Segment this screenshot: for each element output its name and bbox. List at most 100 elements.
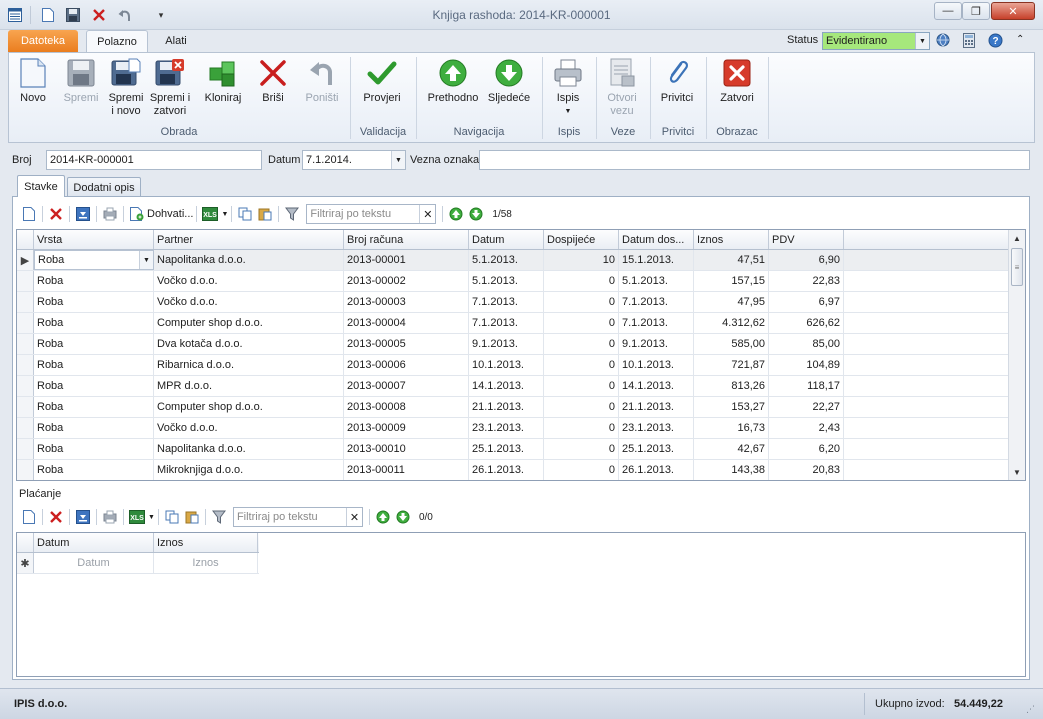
table-cell[interactable]: 5.1.2013.: [469, 250, 544, 270]
row-indicator[interactable]: [17, 418, 34, 438]
help-icon[interactable]: ?: [988, 33, 1003, 51]
table-cell[interactable]: 10: [544, 250, 619, 270]
table-cell[interactable]: 5.1.2013.: [469, 271, 544, 291]
table-cell[interactable]: 2013-00002: [344, 271, 469, 291]
table-cell[interactable]: 0: [544, 439, 619, 459]
column-header[interactable]: Dospijeće: [544, 230, 619, 249]
table-cell[interactable]: 5.1.2013.: [619, 271, 694, 291]
tab-datoteka[interactable]: Datoteka: [8, 30, 78, 52]
table-cell[interactable]: 143,38: [694, 460, 769, 480]
next-row-icon[interactable]: [466, 204, 486, 224]
table-cell[interactable]: 6,90: [769, 250, 844, 270]
table-cell[interactable]: Computer shop d.o.o.: [154, 313, 344, 333]
table-cell[interactable]: 7.1.2013.: [469, 313, 544, 333]
tab-polazno[interactable]: Polazno: [86, 30, 148, 52]
globe-icon[interactable]: [936, 33, 950, 50]
table-cell[interactable]: 47,95: [694, 292, 769, 312]
new-row-icon[interactable]: [19, 204, 39, 224]
close-window-button[interactable]: ✕: [991, 2, 1035, 20]
row-indicator[interactable]: [17, 271, 34, 291]
table-cell[interactable]: Mikroknjiga d.o.o.: [154, 460, 344, 480]
table-cell[interactable]: 0: [544, 313, 619, 333]
status-select[interactable]: Evidentirano ▼: [822, 32, 930, 50]
table-cell[interactable]: 0: [544, 334, 619, 354]
table-cell[interactable]: 16,73: [694, 418, 769, 438]
table-cell[interactable]: 9.1.2013.: [469, 334, 544, 354]
table-cell[interactable]: 2013-00001: [344, 250, 469, 270]
table-cell[interactable]: Roba: [34, 397, 154, 417]
placanje-filter-input[interactable]: Filtriraj po tekstu ✕: [232, 507, 363, 527]
table-cell[interactable]: Napolitanka d.o.o.: [154, 439, 344, 459]
table-cell[interactable]: 47,51: [694, 250, 769, 270]
table-cell[interactable]: Roba: [34, 460, 154, 480]
chevron-down-icon[interactable]: ▼: [139, 251, 153, 269]
tab-alati[interactable]: Alati: [152, 30, 200, 52]
table-cell[interactable]: Roba: [34, 439, 154, 459]
next-row-icon[interactable]: [393, 507, 413, 527]
table-cell[interactable]: 26.1.2013.: [469, 460, 544, 480]
paste-icon[interactable]: [255, 204, 275, 224]
excel-export-icon[interactable]: XLS: [127, 507, 147, 527]
table-row[interactable]: Roba Computer shop d.o.o. 2013-00004 7.1.20…: [17, 313, 1025, 334]
novo-button[interactable]: Novo: [15, 57, 51, 125]
ispis-button[interactable]: Ispis ▼: [549, 57, 587, 125]
table-row[interactable]: Roba Vočko d.o.o. 2013-00009 23.1.2013. 0 23.…: [17, 418, 1025, 439]
table-cell[interactable]: MPR d.o.o.: [154, 376, 344, 396]
table-cell[interactable]: 0: [544, 292, 619, 312]
table-cell[interactable]: Roba: [34, 334, 154, 354]
table-cell[interactable]: 2013-00011: [344, 460, 469, 480]
table-cell[interactable]: 118,17: [769, 376, 844, 396]
scroll-thumb[interactable]: ≡: [1011, 248, 1023, 286]
table-cell[interactable]: 7.1.2013.: [619, 313, 694, 333]
new-row-iznos[interactable]: Iznos: [154, 553, 258, 573]
table-cell[interactable]: Roba: [34, 271, 154, 291]
table-cell[interactable]: 6,97: [769, 292, 844, 312]
column-header[interactable]: Vrsta: [34, 230, 154, 249]
table-cell[interactable]: 0: [544, 460, 619, 480]
provjeri-button[interactable]: Provjeri: [359, 57, 405, 125]
filter-icon[interactable]: [209, 507, 229, 527]
copy-icon[interactable]: [162, 507, 182, 527]
table-cell[interactable]: 157,15: [694, 271, 769, 291]
download-icon[interactable]: [73, 204, 93, 224]
table-cell[interactable]: Vočko d.o.o.: [154, 271, 344, 291]
table-cell[interactable]: Ribarnica d.o.o.: [154, 355, 344, 375]
table-row[interactable]: Roba MPR d.o.o. 2013-00007 14.1.2013. 0 14.1.…: [17, 376, 1025, 397]
table-cell[interactable]: 7.1.2013.: [469, 292, 544, 312]
clear-filter-icon[interactable]: ✕: [419, 205, 435, 223]
table-cell[interactable]: 23.1.2013.: [469, 418, 544, 438]
table-row[interactable]: Roba Dva kotača d.o.o. 2013-00005 9.1.2013.…: [17, 334, 1025, 355]
table-cell[interactable]: 2013-00007: [344, 376, 469, 396]
sljedece-button[interactable]: Sljedeće: [485, 57, 533, 125]
privitci-button[interactable]: Privitci: [657, 57, 697, 125]
calculator-icon[interactable]: [963, 33, 975, 51]
table-cell[interactable]: Roba ▼: [34, 250, 154, 270]
table-cell[interactable]: 10.1.2013.: [619, 355, 694, 375]
column-header[interactable]: Broj računa: [344, 230, 469, 249]
new-row[interactable]: ✱ Datum Iznos: [17, 553, 259, 574]
spremi-i-novo-button[interactable]: Spremi i novo: [105, 57, 147, 125]
row-indicator[interactable]: [17, 334, 34, 354]
table-cell[interactable]: Roba: [34, 313, 154, 333]
table-cell[interactable]: 2013-00006: [344, 355, 469, 375]
table-cell[interactable]: Computer shop d.o.o.: [154, 397, 344, 417]
download-icon[interactable]: [73, 507, 93, 527]
table-cell[interactable]: Dva kotača d.o.o.: [154, 334, 344, 354]
table-row[interactable]: Roba Vočko d.o.o. 2013-00002 5.1.2013. 0 5.1.…: [17, 271, 1025, 292]
table-cell[interactable]: 2013-00010: [344, 439, 469, 459]
print-icon[interactable]: [100, 507, 120, 527]
row-indicator[interactable]: [17, 460, 34, 480]
row-indicator[interactable]: [17, 292, 34, 312]
new-row-icon[interactable]: [19, 507, 39, 527]
zatvori-button[interactable]: Zatvori: [713, 57, 761, 125]
scroll-up-icon[interactable]: ▲: [1009, 230, 1025, 246]
chevron-down-icon[interactable]: ▼: [221, 211, 228, 218]
table-row[interactable]: Roba Computer shop d.o.o. 2013-00008 21.1.2…: [17, 397, 1025, 418]
row-indicator[interactable]: [17, 397, 34, 417]
table-cell[interactable]: 626,62: [769, 313, 844, 333]
table-cell[interactable]: 0: [544, 271, 619, 291]
table-cell[interactable]: 15.1.2013.: [619, 250, 694, 270]
table-cell[interactable]: 2013-00004: [344, 313, 469, 333]
ponisti-button[interactable]: Poništi: [301, 57, 343, 125]
table-cell[interactable]: 0: [544, 397, 619, 417]
